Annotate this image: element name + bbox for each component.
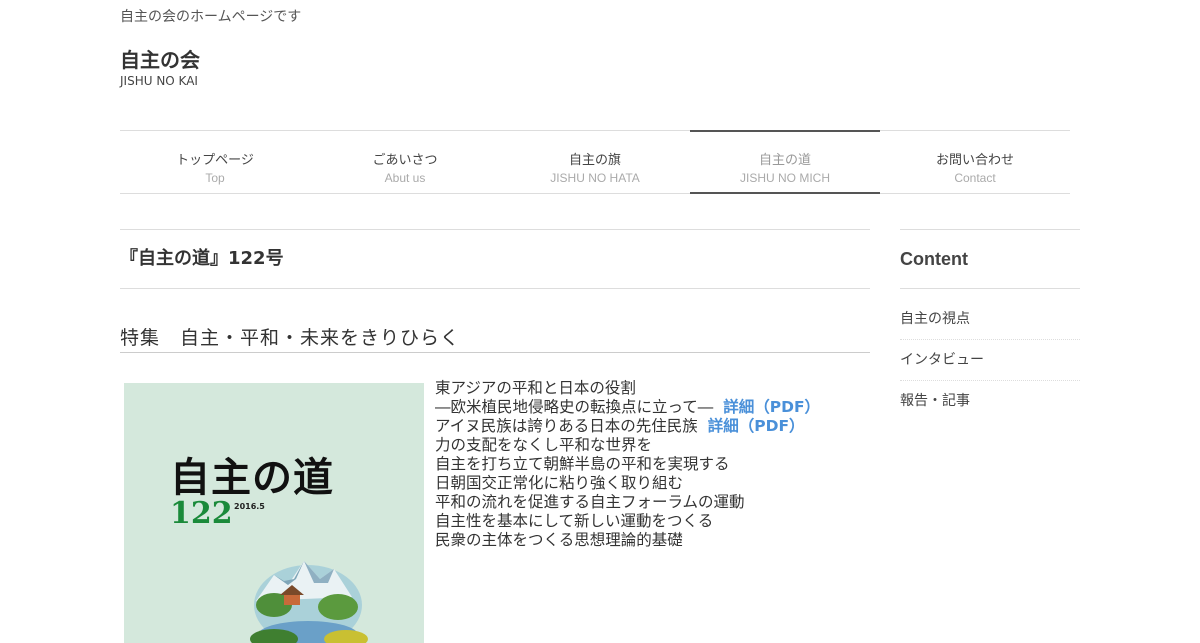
sidebar: Content 自主の視点 インタビュー 報告・記事 xyxy=(900,229,1080,422)
main-content: 『自主の道』122号 特集 自主・平和・未来をきりひらく 自主の道 122 20… xyxy=(120,229,870,643)
nav-item-michi[interactable]: 自主の道 JISHU NO MICH xyxy=(690,130,880,194)
toc-item: 自主を打ち立て朝鮮半島の平和を実現する xyxy=(435,455,820,474)
sidebar-list: 自主の視点 インタビュー 報告・記事 xyxy=(900,299,1080,422)
pdf-detail-link[interactable]: 詳細（PDF） xyxy=(708,417,805,435)
toc-item: 自主性を基本にして新しい運動をつくる xyxy=(435,512,820,531)
nav-label: ごあいさつ xyxy=(372,153,438,168)
nav-item-top[interactable]: トップページ Top xyxy=(120,131,310,193)
toc-item-text: 平和の流れを促進する自主フォーラムの運動 xyxy=(435,493,745,511)
site-tagline: 自主の会のホームページです xyxy=(120,9,302,25)
pdf-detail-link[interactable]: 詳細（PDF） xyxy=(723,398,820,416)
nav-sublabel: Top xyxy=(205,171,225,185)
toc-item-text: 日朝国交正常化に粘り強く取り組む xyxy=(435,474,684,492)
nav-sublabel: Contact xyxy=(954,171,996,185)
nav-item-hata[interactable]: 自主の旗 JISHU NO HATA xyxy=(500,131,690,193)
nav-label: 自主の道 xyxy=(758,153,811,168)
sidebar-item-interview[interactable]: インタビュー xyxy=(900,340,1080,381)
toc-item-text: アイヌ民族は誇りある日本の先住民族 xyxy=(435,417,698,435)
nav-label: トップページ xyxy=(176,153,254,168)
nav-sublabel: JISHU NO MICH xyxy=(740,171,830,185)
toc-item: 東アジアの平和と日本の役割 xyxy=(435,379,820,398)
page-title: 『自主の道』122号 xyxy=(120,229,870,289)
nav-label: 自主の旗 xyxy=(568,153,621,168)
magazine-cover-image: 自主の道 122 2016.5 xyxy=(124,383,424,643)
sidebar-heading: Content xyxy=(900,229,1080,289)
nav-sublabel: Abut us xyxy=(384,171,426,185)
nav-item-about[interactable]: ごあいさつ Abut us xyxy=(310,131,500,193)
cover-illustration xyxy=(250,561,368,643)
sidebar-item-reports[interactable]: 報告・記事 xyxy=(900,381,1080,422)
toc-item: 平和の流れを促進する自主フォーラムの運動 xyxy=(435,493,820,512)
toc-item-text: 自主を打ち立て朝鮮半島の平和を実現する xyxy=(435,455,730,473)
nav-item-contact[interactable]: お問い合わせ Contact xyxy=(880,131,1070,193)
toc-item-text: 力の支配をなくし平和な世界を xyxy=(435,436,653,454)
sidebar-item-viewpoint[interactable]: 自主の視点 xyxy=(900,299,1080,340)
toc-item: 力の支配をなくし平和な世界を xyxy=(435,436,820,455)
toc-item-text: 民衆の主体をつくる思想理論的基礎 xyxy=(435,531,683,549)
toc-item-text: ―欧米植民地侵略史の転換点に立って― xyxy=(435,398,714,416)
global-navigation: トップページ Top ごあいさつ Abut us 自主の旗 JISHU NO H… xyxy=(120,130,1070,194)
toc-item-text: 自主性を基本にして新しい運動をつくる xyxy=(435,512,714,530)
toc-item-text: 東アジアの平和と日本の役割 xyxy=(435,379,636,397)
toc-item: 日朝国交正常化に粘り強く取り組む xyxy=(435,474,820,493)
nav-label: お問い合わせ xyxy=(935,153,1014,168)
nav-sublabel: JISHU NO HATA xyxy=(550,171,640,185)
toc-item: アイヌ民族は誇りある日本の先住民族 詳細（PDF） xyxy=(435,417,820,436)
toc-item: 民衆の主体をつくる思想理論的基礎 xyxy=(435,531,820,550)
site-title[interactable]: 自主の会 xyxy=(120,44,200,73)
toc-item: ―欧米植民地侵略史の転換点に立って― 詳細（PDF） xyxy=(435,398,820,417)
table-of-contents: 東アジアの平和と日本の役割 ―欧米植民地侵略史の転換点に立って― 詳細（PDF） … xyxy=(435,379,820,550)
feature-heading: 特集 自主・平和・未来をきりひらく xyxy=(120,323,870,353)
site-subtitle: JISHU NO KAI xyxy=(120,74,198,88)
